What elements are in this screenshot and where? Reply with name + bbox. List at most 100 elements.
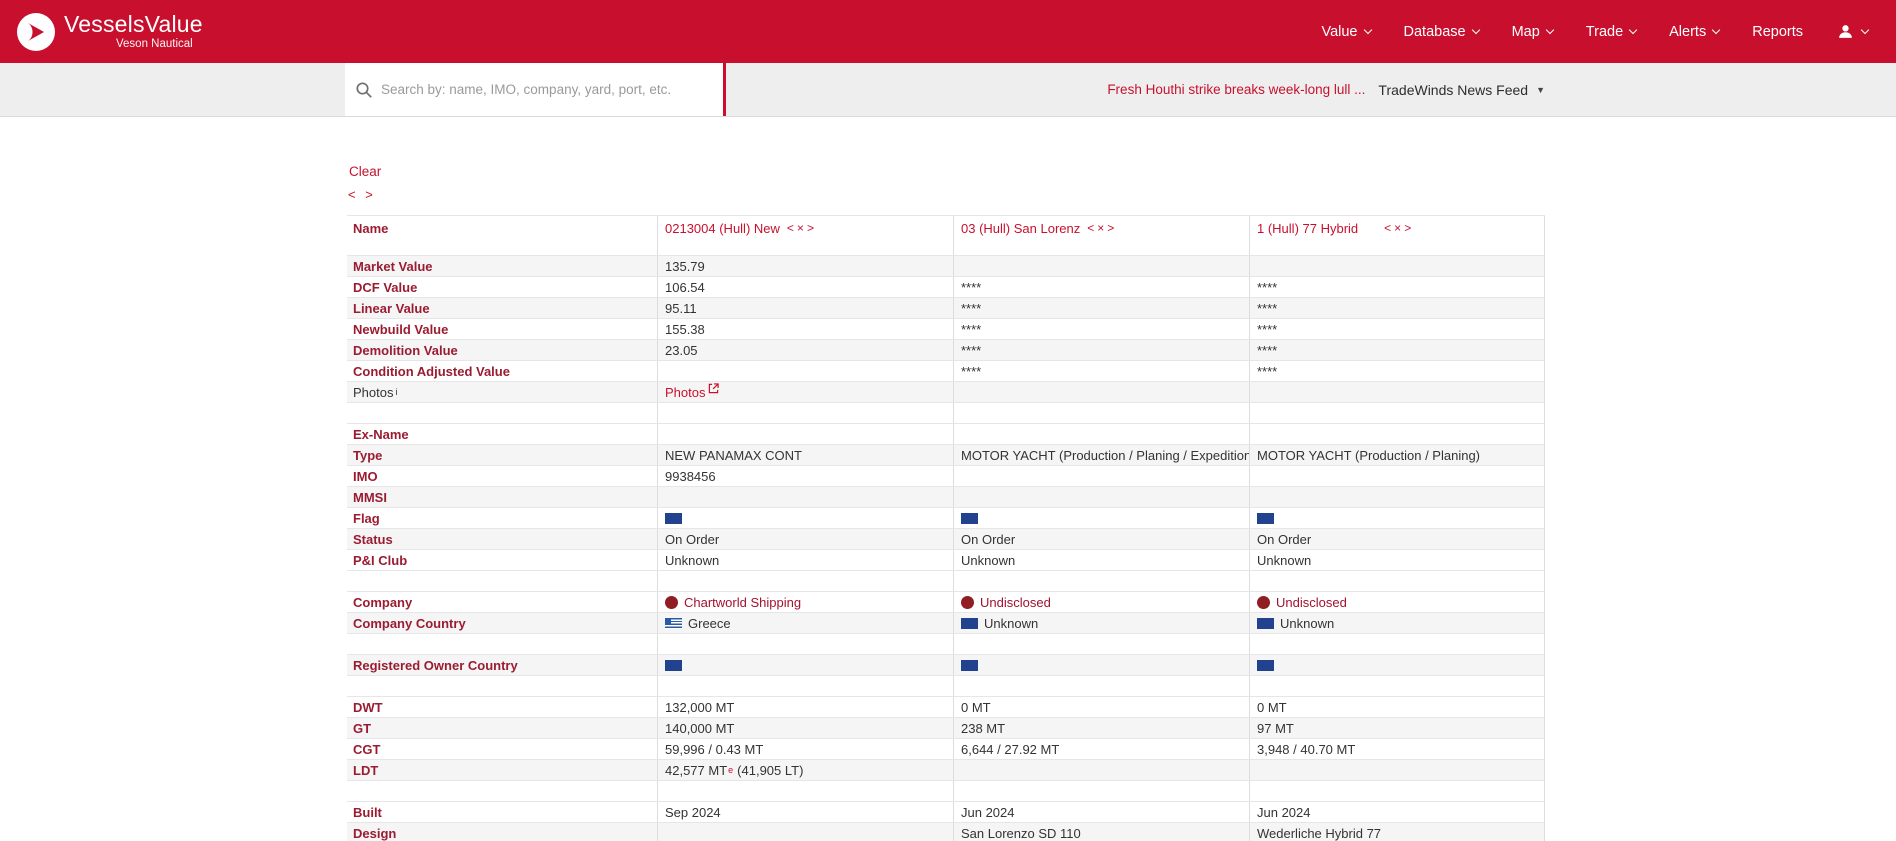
move-column-right-link[interactable]: > [1107,221,1114,235]
table-row-demolition-value: Demolition Value23.05******** [347,340,1545,361]
flag-icon-unknown [665,660,682,671]
table-row-company-country: Company CountryGreeceUnknownUnknown [347,613,1545,634]
move-column-left-link[interactable]: < [787,221,794,235]
spacer-cell [657,676,953,696]
nav-item-label: Database [1404,24,1466,40]
move-column-left-link[interactable]: < [1087,221,1094,235]
main-nav: Value Database Map Trade Alerts Reports [1321,22,1868,41]
cell-gt-3: 97 MT [1249,718,1545,738]
cell-ex-name-1 [657,424,953,444]
flag-icon-unknown [1257,618,1274,629]
cell-built-1: Sep 2024 [657,802,953,822]
remove-vessel-link[interactable]: × [1394,221,1401,235]
vessel-name-link[interactable]: 03 (Hull) San Lorenz [961,221,1080,236]
spacer-cell [953,634,1249,654]
cell-imo-1: 9938456 [657,466,953,486]
nav-item-alerts[interactable]: Alerts [1669,24,1719,40]
spacer-cell [1249,781,1545,801]
cell-linear-value-2: **** [953,298,1249,318]
cell-condition-adjusted-value-3: **** [1249,361,1545,381]
remove-vessel-link[interactable]: × [1097,221,1104,235]
remove-vessel-link[interactable]: × [797,221,804,235]
table-row-ldt: LDT42,577 MTe(41,905 LT) [347,760,1545,781]
news-feed-toggle[interactable]: TradeWinds News Feed ▼ [1378,82,1545,98]
row-label-demolition-value: Demolition Value [347,340,657,360]
spacer-cell [1249,403,1545,423]
nav-item-map[interactable]: Map [1512,24,1553,40]
cell-newbuild-value-2: **** [953,319,1249,339]
nav-item-database[interactable]: Database [1404,24,1479,40]
ldt-mt-value: 42,577 MT [665,763,727,778]
chevron-down-icon [1861,25,1869,33]
search-input[interactable] [381,82,713,97]
cell-gt-2: 238 MT [953,718,1249,738]
nav-item-value[interactable]: Value [1321,24,1370,40]
company-link[interactable]: Undisclosed [980,595,1051,610]
row-label-dcf-value: DCF Value [347,277,657,297]
row-label-market-value: Market Value [347,256,657,276]
vessel-name-link[interactable]: 1 (Hull) 77 Hybrid [1257,221,1358,236]
row-label-built: Built [347,802,657,822]
chevron-down-icon [1546,25,1554,33]
vessel-name-link[interactable]: 0213004 (Hull) New [665,221,780,236]
search-box [345,63,726,116]
table-row-market-value: Market Value135.79 [347,256,1545,277]
spacer-cell [657,571,953,591]
cell-type-2: MOTOR YACHT (Production / Planing / Expe… [953,445,1249,465]
cell-dwt-1: 132,000 MT [657,697,953,717]
cell-registered-owner-country-1 [657,655,953,675]
user-menu[interactable] [1836,22,1868,41]
table-row-p-i-club: P&I ClubUnknownUnknownUnknown [347,550,1545,571]
company-link[interactable]: Chartworld Shipping [684,595,801,610]
comparison-page: Clear < > Name0213004 (Hull) New<×>03 (H… [0,164,1896,841]
cell-dcf-value-3: **** [1249,277,1545,297]
table-name-row: Name0213004 (Hull) New<×>03 (Hull) San L… [347,215,1545,256]
row-label-dwt: DWT [347,697,657,717]
spacer-row [347,634,1545,655]
cell-photos-2 [953,382,1249,402]
nav-item-trade[interactable]: Trade [1586,24,1636,40]
ldt-lt-value: (41,905 LT) [737,763,803,778]
flag-icon-greece [665,618,682,629]
search-bar: Fresh Houthi strike breaks week-long lul… [0,63,1896,117]
move-column-right-link[interactable]: > [1404,221,1411,235]
chevron-down-icon [1629,25,1637,33]
row-label-ldt: LDT [347,760,657,780]
spacer-cell [1249,571,1545,591]
table-row-linear-value: Linear Value95.11******** [347,298,1545,319]
spacer-cell [953,781,1249,801]
cell-linear-value-1: 95.11 [657,298,953,318]
spacer-cell [347,676,657,696]
photos-link[interactable]: Photos [665,385,719,400]
cell-status-3: On Order [1249,529,1545,549]
row-label-mmsi: MMSI [347,487,657,507]
cell-design-1 [657,823,953,841]
cell-ex-name-2 [953,424,1249,444]
spacer-cell [657,634,953,654]
cell-imo-2 [953,466,1249,486]
table-row-flag: Flag [347,508,1545,529]
pager-prev-link[interactable]: < [348,187,356,202]
column-controls: <×> [1087,221,1114,235]
clear-link[interactable]: Clear [349,164,409,180]
move-column-right-link[interactable]: > [807,221,814,235]
nav-item-label: Trade [1586,24,1623,40]
spacer-cell [1249,634,1545,654]
row-label-gt: GT [347,718,657,738]
news-headline-link[interactable]: Fresh Houthi strike breaks week-long lul… [1107,82,1365,97]
cell-linear-value-3: **** [1249,298,1545,318]
vesselsvalue-logo-icon [17,13,55,51]
nav-item-reports[interactable]: Reports [1752,24,1803,40]
vessel-column-header-1: 0213004 (Hull) New <×> [657,216,953,255]
cell-condition-adjusted-value-1 [657,361,953,381]
cell-company-3: Undisclosed [1249,592,1545,612]
cell-mmsi-1 [657,487,953,507]
external-link-icon [708,385,719,400]
flag-icon-unknown [961,618,978,629]
cell-status-2: On Order [953,529,1249,549]
brand-logo[interactable]: VesselsValue Veson Nautical [17,13,203,51]
table-row-design: DesignSan Lorenzo SD 110Wederliche Hybri… [347,823,1545,841]
company-link[interactable]: Undisclosed [1276,595,1347,610]
pager-next-link[interactable]: > [365,187,373,202]
move-column-left-link[interactable]: < [1384,221,1391,235]
